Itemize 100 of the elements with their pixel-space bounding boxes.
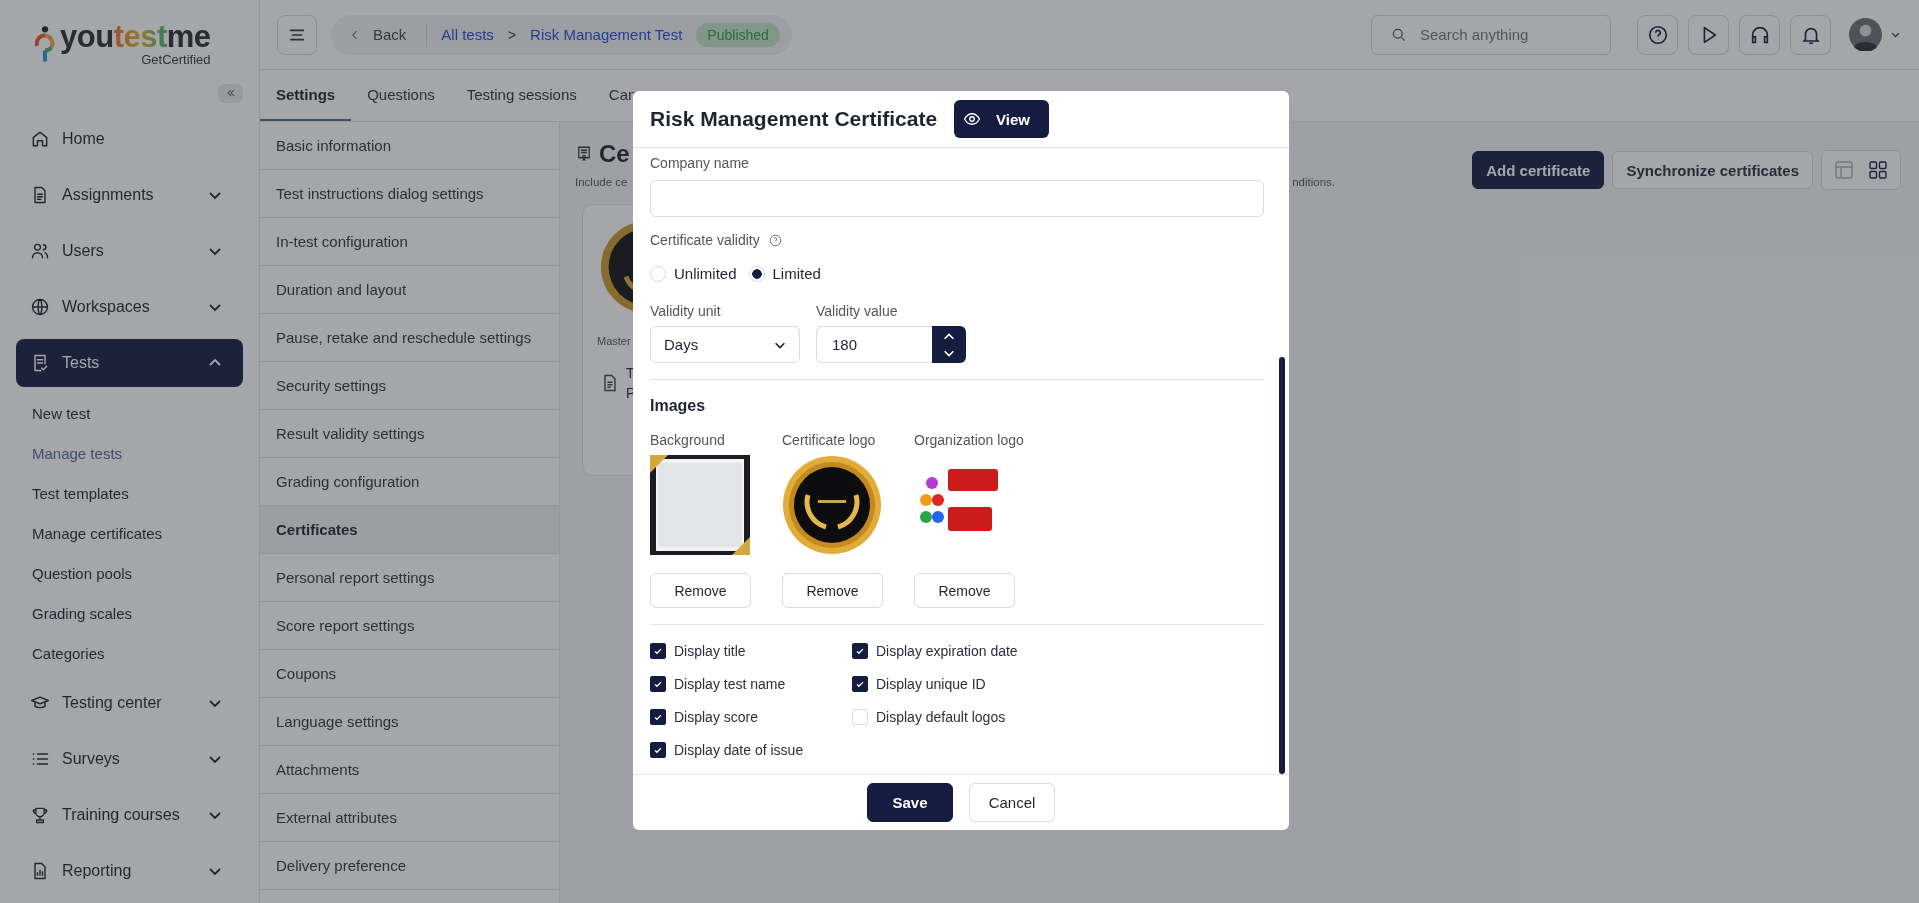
avatar[interactable]: [1849, 18, 1882, 51]
section-description: Include ce: [575, 176, 628, 188]
checkbox-label: Display title: [674, 642, 746, 659]
settings-menu-item[interactable]: Personal report settings: [260, 554, 559, 602]
radio-option[interactable]: Limited: [748, 265, 821, 282]
settings-menu-item[interactable]: Result validity settings: [260, 410, 559, 458]
save-button[interactable]: Save: [867, 783, 953, 822]
sidebar-subitem[interactable]: Question pools: [16, 553, 133, 593]
remove-button[interactable]: Remove: [914, 573, 1015, 608]
menu-button[interactable]: [277, 14, 317, 55]
radio-button[interactable]: [748, 265, 765, 282]
section-title: Ce: [599, 140, 630, 168]
cancel-button[interactable]: Cancel: [969, 783, 1055, 822]
sync-button[interactable]: Synchronize certificates: [1612, 151, 1813, 189]
checkbox-option[interactable]: Display unique ID: [852, 674, 1052, 693]
grid-view-icon[interactable]: [1868, 160, 1888, 180]
breadcrumb-link[interactable]: Risk Management Test: [530, 26, 683, 43]
checkbox-option[interactable]: Display date of issue: [650, 740, 806, 759]
scrollbar[interactable]: [1279, 357, 1285, 774]
field-label: Certificate validity: [650, 231, 760, 249]
sidebar-subitem[interactable]: Test templates: [16, 473, 129, 513]
view-button[interactable]: View: [954, 100, 1049, 138]
field-label: Validity unit: [650, 302, 722, 320]
checkbox[interactable]: [650, 708, 666, 725]
settings-menu-item[interactable]: Score report settings: [260, 602, 559, 650]
image-label: Certificate logo: [782, 431, 876, 449]
section-description: nditions.: [1292, 176, 1335, 188]
settings-menu-item[interactable]: Security settings: [260, 362, 559, 410]
sidebar-subitem[interactable]: New test: [16, 393, 91, 433]
breadcrumb-link[interactable]: All tests: [441, 26, 494, 43]
checkbox[interactable]: [650, 675, 666, 692]
validity-value-field[interactable]: 180: [816, 326, 932, 363]
settings-menu-item[interactable]: In-test configuration: [260, 218, 559, 266]
sidebar-item[interactable]: Training courses: [16, 791, 243, 839]
checkbox-option[interactable]: Display expiration date: [852, 641, 1052, 660]
globe-icon: [30, 297, 50, 317]
company-name-field[interactable]: [650, 180, 1264, 217]
sidebar-item[interactable]: Surveys: [16, 735, 243, 783]
help-button[interactable]: [1637, 14, 1678, 55]
checkbox-option[interactable]: Display test name: [650, 674, 806, 693]
sidebar-item[interactable]: Home: [16, 115, 243, 163]
add-button[interactable]: Add certificate: [1472, 151, 1605, 189]
sidebar-item[interactable]: Users: [16, 227, 243, 275]
collapse-sidebar-button[interactable]: [218, 83, 243, 103]
sidebar-subitem[interactable]: Manage certificates: [16, 513, 163, 553]
checkbox-option[interactable]: Display title: [650, 641, 806, 660]
logo-text: youtestme: [60, 22, 211, 52]
checkbox-label: Display test name: [674, 675, 786, 692]
sidebar-subitem[interactable]: Manage tests: [16, 433, 123, 473]
checkbox[interactable]: [852, 642, 868, 659]
settings-menu-item[interactable]: Attachments: [260, 746, 559, 794]
settings-menu-item[interactable]: Basic information: [260, 122, 559, 170]
settings-menu-item[interactable]: Test instructions dialog settings: [260, 170, 559, 218]
settings-menu-item[interactable]: Delivery preference: [260, 842, 559, 890]
status-badge: Published: [696, 22, 780, 47]
settings-menu-item[interactable]: Certificates: [260, 506, 559, 554]
search-field[interactable]: Search anything: [1371, 14, 1611, 55]
sidebar-subitem[interactable]: Grading scales: [16, 593, 133, 633]
notifications-button[interactable]: [1790, 14, 1831, 55]
checkbox[interactable]: [650, 642, 666, 659]
checkbox-option[interactable]: Display score: [650, 707, 806, 726]
checkbox[interactable]: [852, 675, 868, 692]
checkbox-label: Display expiration date: [876, 642, 1018, 659]
breadcrumb-separator: >: [507, 26, 517, 43]
radio-option[interactable]: Unlimited: [650, 265, 737, 282]
field-label: Company name: [650, 154, 750, 172]
sidebar-item[interactable]: Workspaces: [16, 283, 243, 331]
sidebar-item[interactable]: Assignments: [16, 171, 243, 219]
sidebar-subitem[interactable]: Categories: [16, 633, 105, 673]
settings-menu-item[interactable]: Pause, retake and reschedule settings: [260, 314, 559, 362]
checkbox-label: Display date of issue: [674, 741, 804, 758]
sidebar-item[interactable]: Tests: [16, 339, 243, 387]
validity-unit-dropdown[interactable]: Days: [650, 326, 800, 363]
section-heading: Images: [650, 397, 707, 415]
trophy-icon: [30, 805, 50, 825]
settings-menu-item[interactable]: Coupons: [260, 650, 559, 698]
number-stepper[interactable]: [932, 326, 966, 363]
image-label: Organization logo: [914, 431, 1024, 449]
checkbox[interactable]: [650, 741, 666, 758]
image-label: Background: [650, 431, 725, 449]
help-icon: [768, 233, 782, 247]
play-button[interactable]: [1688, 14, 1729, 55]
sidebar-item[interactable]: Reporting: [16, 847, 243, 895]
logo-tagline: GetCertified: [141, 52, 211, 67]
checkbox-label: Display default logos: [876, 708, 1006, 725]
tab[interactable]: Questions: [351, 70, 451, 121]
remove-button[interactable]: Remove: [650, 573, 751, 608]
settings-menu-item[interactable]: Language settings: [260, 698, 559, 746]
home-icon: [30, 129, 50, 149]
sidebar-item[interactable]: Testing center: [16, 679, 243, 727]
checkbox-option[interactable]: Display default logos: [852, 707, 1052, 726]
search-icon: [1391, 26, 1407, 43]
tab[interactable]: Testing sessions: [450, 70, 593, 121]
radio-label: Limited: [772, 265, 821, 282]
back-button[interactable]: Back: [343, 26, 413, 43]
headset-button[interactable]: [1739, 14, 1780, 55]
remove-button[interactable]: Remove: [782, 573, 883, 608]
dialog-title: Risk Management Certificate: [650, 107, 938, 131]
settings-menu-item[interactable]: External attributes: [260, 794, 559, 842]
settings-menu-item[interactable]: Duration and layout: [260, 266, 559, 314]
